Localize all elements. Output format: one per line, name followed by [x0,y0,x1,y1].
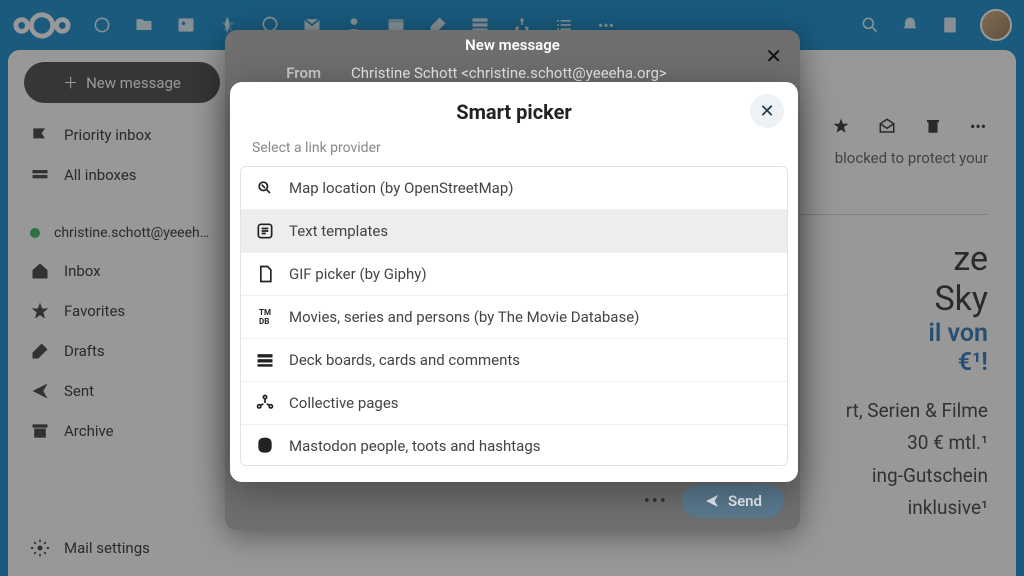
picker-item-label: Text templates [289,222,388,240]
deck-icon [255,350,275,370]
collective-icon [255,393,275,413]
mastodon-icon [255,436,275,456]
compose-more-icon[interactable]: ••• [644,491,668,512]
picker-item-label: Map location (by OpenStreetMap) [289,179,513,197]
send-button[interactable]: Send [682,484,784,518]
picker-item-mastodon[interactable]: Mastodon people, toots and hashtags [241,425,787,466]
picker-item-map[interactable]: Map location (by OpenStreetMap) [241,167,787,210]
picker-item-movies[interactable]: TMDB Movies, series and persons (by The … [241,296,787,339]
picker-title: Smart picker [250,100,778,124]
text-icon [255,221,275,241]
file-icon [255,264,275,284]
from-value: Christine Schott <christine.schott@yeeeh… [351,64,667,82]
picker-item-label: Mastodon people, toots and hashtags [289,437,540,455]
picker-item-deck[interactable]: Deck boards, cards and comments [241,339,787,382]
picker-item-label: Collective pages [289,394,399,412]
smart-picker-modal: Smart picker ✕ Select a link provider Ma… [230,82,798,482]
picker-item-gif[interactable]: GIF picker (by Giphy) [241,253,787,296]
close-icon[interactable]: ✕ [750,94,784,128]
picker-item-text-templates[interactable]: Text templates [241,210,787,253]
map-search-icon [255,178,275,198]
tmdb-icon: TMDB [255,307,275,327]
send-label: Send [728,492,762,510]
picker-list: Map location (by OpenStreetMap) Text tem… [240,166,788,466]
compose-title: New message [225,30,800,58]
close-icon[interactable]: ✕ [765,44,782,68]
picker-subtitle: Select a link provider [230,134,798,166]
picker-item-collective[interactable]: Collective pages [241,382,787,425]
picker-item-label: Movies, series and persons (by The Movie… [289,308,639,326]
picker-item-label: GIF picker (by Giphy) [289,265,427,283]
picker-item-label: Deck boards, cards and comments [289,351,520,369]
from-label: From [265,64,321,82]
